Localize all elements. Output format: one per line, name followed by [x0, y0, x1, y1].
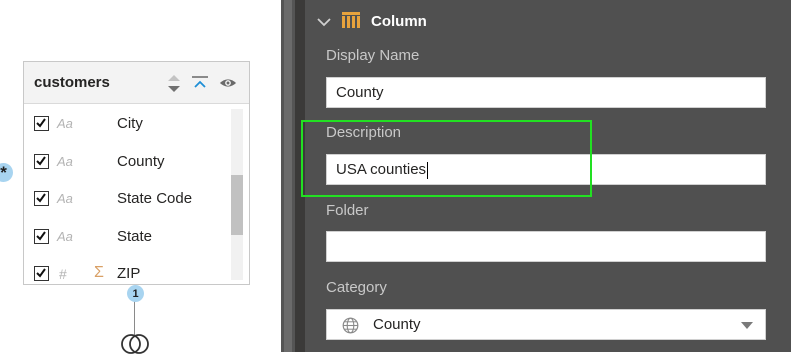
collapse-icon[interactable]: [191, 73, 209, 93]
field-row-zip[interactable]: # Σ ZIP: [24, 255, 231, 282]
description-field[interactable]: USA counties: [326, 154, 766, 185]
many-cardinality-badge: *: [0, 163, 13, 182]
field-name: ZIP: [117, 265, 141, 282]
text-type-icon: Aa: [57, 191, 73, 206]
field-name: County: [117, 152, 165, 170]
pane-divider[interactable]: [281, 0, 295, 352]
field-name: State Code: [117, 190, 193, 207]
field-row-county[interactable]: Aa County: [24, 143, 231, 181]
pane-divider-handle[interactable]: [284, 0, 292, 352]
category-selected-value: County: [373, 316, 421, 333]
text-type-icon: Aa: [57, 228, 73, 244]
description-label: Description: [326, 124, 402, 141]
column-section: Column Display Name County Description U…: [305, 0, 791, 352]
field-list: Aa City Aa County Aa State Code Aa State…: [24, 105, 231, 282]
one-cardinality-badge: 1: [127, 285, 144, 302]
table-title: customers: [34, 74, 110, 91]
column-icon: [341, 11, 361, 34]
numeric-type-icon: #: [59, 266, 67, 282]
field-row-state[interactable]: Aa State: [24, 218, 231, 256]
relationship-line[interactable]: [134, 296, 135, 336]
chevron-down-icon[interactable]: [741, 322, 753, 329]
field-list-scrollbar[interactable]: [231, 109, 243, 280]
table-card-header: customers: [24, 62, 249, 104]
category-label: Category: [326, 279, 387, 296]
text-cursor: [427, 161, 429, 179]
field-name: State: [117, 227, 153, 245]
globe-icon: [342, 317, 359, 339]
chevron-down-icon[interactable]: [317, 14, 331, 32]
field-row-state-code[interactable]: Aa State Code: [24, 180, 231, 218]
folder-field[interactable]: [326, 231, 766, 262]
section-title: Column: [371, 13, 427, 30]
eye-icon[interactable]: [219, 73, 237, 93]
field-row-city[interactable]: Aa City: [24, 105, 231, 143]
category-dropdown[interactable]: County: [326, 309, 766, 340]
table-card-customers[interactable]: customers Aa City Aa County Aa State Cod…: [23, 61, 250, 285]
field-checkbox[interactable]: [34, 116, 49, 131]
text-type-icon: Aa: [57, 153, 73, 169]
folder-label: Folder: [326, 202, 369, 219]
properties-panel: Column Display Name County Description U…: [295, 0, 791, 352]
join-icon[interactable]: [118, 332, 152, 359]
field-checkbox[interactable]: [34, 191, 49, 206]
field-name: City: [117, 115, 143, 132]
sigma-icon: Σ: [94, 264, 104, 281]
model-diagram-canvas: customers Aa City Aa County Aa State Cod…: [0, 0, 281, 354]
field-checkbox[interactable]: [34, 153, 49, 169]
display-name-field[interactable]: County: [326, 77, 766, 108]
field-checkbox[interactable]: [34, 266, 49, 281]
description-value: USA counties: [336, 161, 427, 178]
scrollbar-thumb[interactable]: [231, 175, 243, 235]
display-name-value: County: [336, 84, 384, 101]
text-type-icon: Aa: [57, 116, 73, 131]
field-checkbox[interactable]: [34, 228, 49, 244]
display-name-label: Display Name: [326, 47, 420, 64]
column-section-header[interactable]: Column: [305, 0, 791, 40]
sort-icon[interactable]: [165, 73, 183, 93]
